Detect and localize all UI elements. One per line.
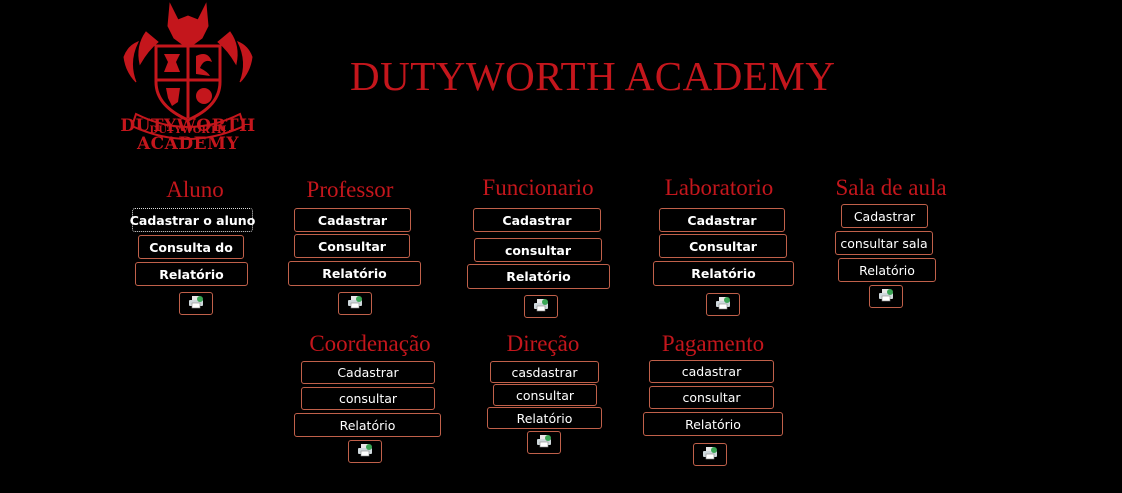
sala-consultar-button[interactable]: consultar sala: [835, 231, 933, 255]
professor-consultar-button[interactable]: Consultar: [294, 234, 410, 258]
pagamento-print-button[interactable]: [693, 443, 727, 466]
pagamento-cadastrar-button[interactable]: cadastrar: [649, 360, 774, 383]
coordenacao-cadastrar-button[interactable]: Cadastrar: [301, 361, 435, 384]
professor-relatorio-button[interactable]: Relatório: [288, 261, 421, 286]
printer-icon: [347, 294, 363, 313]
direcao-consultar-button[interactable]: consultar: [493, 384, 597, 406]
coordenacao-relatorio-button[interactable]: Relatório: [294, 413, 441, 437]
funcionario-print-button[interactable]: [524, 295, 558, 318]
laboratorio-cadastrar-button[interactable]: Cadastrar: [659, 208, 785, 232]
sala-cadastrar-button[interactable]: Cadastrar: [841, 204, 928, 228]
sala-relatorio-button[interactable]: Relatório: [838, 258, 936, 282]
direcao-print-button[interactable]: [527, 431, 561, 454]
aluno-consulta-button[interactable]: Consulta do: [138, 235, 244, 259]
aluno-cadastrar-button[interactable]: Cadastrar o aluno: [130, 208, 255, 232]
printer-icon: [702, 445, 718, 464]
direcao-relatorio-button[interactable]: Relatório: [487, 407, 602, 429]
section-title-aluno: Aluno: [166, 177, 224, 202]
laboratorio-print-button[interactable]: [706, 293, 740, 316]
funcionario-consultar-button[interactable]: consultar: [474, 238, 602, 262]
section-title-funcionario: Funcionario: [482, 175, 594, 200]
section-title-sala-de-aula: Sala de aula: [835, 175, 947, 200]
laboratorio-relatorio-button[interactable]: Relatório: [653, 261, 794, 286]
coordenacao-print-button[interactable]: [348, 440, 382, 463]
aluno-relatorio-button[interactable]: Relatório: [135, 262, 248, 286]
laboratorio-consultar-button[interactable]: Consultar: [659, 234, 787, 258]
professor-cadastrar-button[interactable]: Cadastrar: [294, 208, 411, 232]
coordenacao-consultar-button[interactable]: consultar: [301, 387, 435, 410]
funcionario-relatorio-button[interactable]: Relatório: [467, 264, 610, 289]
section-title-direcao: Direção: [506, 331, 580, 356]
direcao-cadastrar-button[interactable]: casdastrar: [490, 361, 599, 383]
section-title-laboratorio: Laboratorio: [664, 175, 774, 200]
pagamento-relatorio-button[interactable]: Relatório: [643, 412, 783, 436]
printer-icon: [533, 297, 549, 316]
printer-icon: [357, 442, 373, 461]
page-title: DUTYWORTH ACADEMY: [350, 53, 836, 99]
section-title-professor: Professor: [306, 177, 394, 202]
printer-icon: [536, 433, 552, 452]
funcionario-cadastrar-button[interactable]: Cadastrar: [473, 208, 601, 232]
logo-text-line1: DUTYWORTH: [120, 116, 256, 136]
aluno-print-button[interactable]: [179, 292, 213, 315]
printer-icon: [715, 295, 731, 314]
section-title-coordenacao: Coordenação: [309, 331, 431, 356]
sala-print-button[interactable]: [869, 285, 903, 308]
pagamento-consultar-button[interactable]: consultar: [649, 386, 774, 409]
printer-icon: [878, 287, 894, 306]
printer-icon: [188, 294, 204, 313]
professor-print-button[interactable]: [338, 292, 372, 315]
section-title-pagamento: Pagamento: [661, 331, 765, 356]
logo-text-line2: ACADEMY: [136, 134, 240, 154]
